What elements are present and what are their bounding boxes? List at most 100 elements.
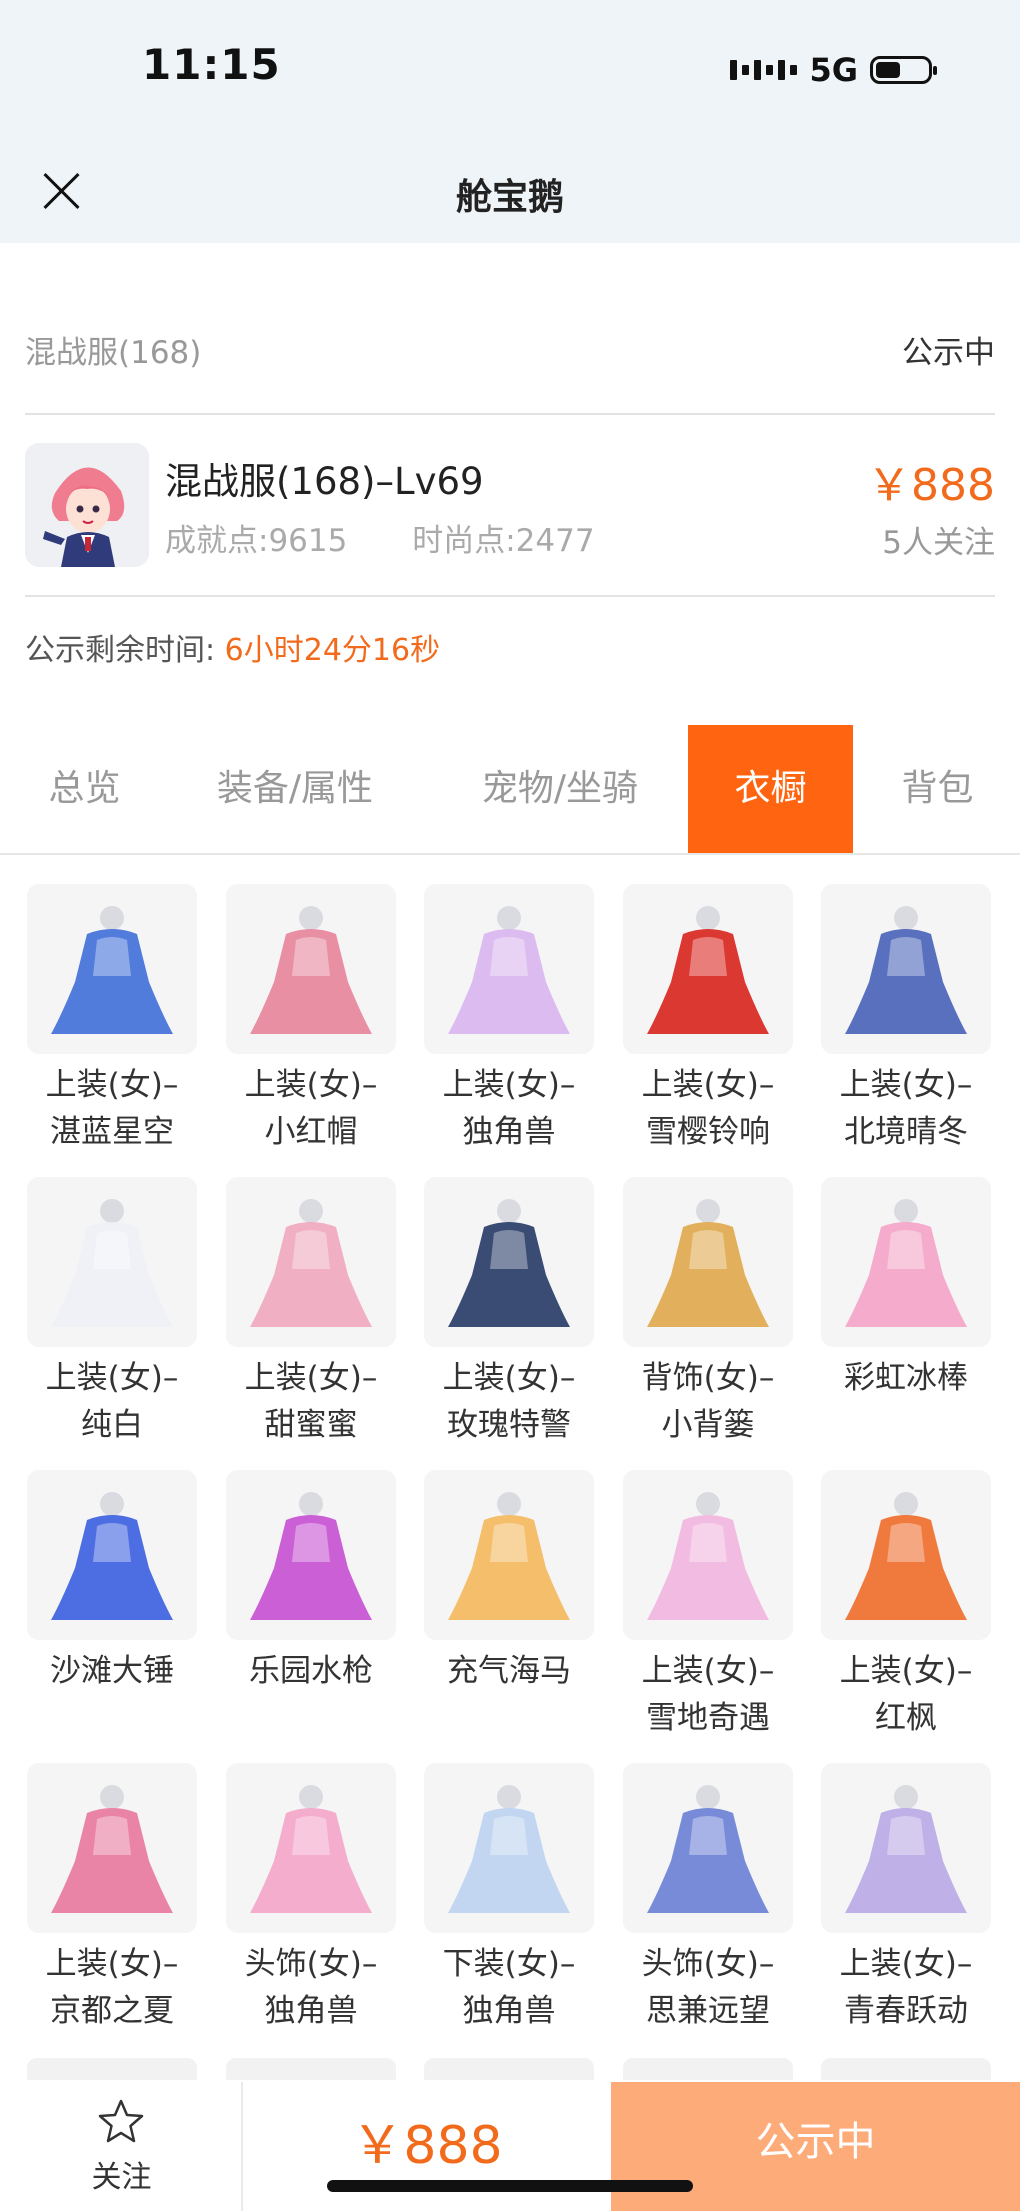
- wardrobe-item-line1: 背饰(女)–: [641, 1360, 775, 1396]
- wardrobe-item[interactable]: 背饰(女)– 小背篓: [623, 1177, 793, 1449]
- battery-icon: [870, 56, 937, 84]
- snow-sakura-bell-outfit-icon: [623, 884, 793, 1054]
- wardrobe-item-line1: 充气海马: [447, 1653, 571, 1689]
- character-name: 混战服(168)–Lv69: [165, 460, 484, 503]
- wardrobe-item-label: 上装(女)– 纯白: [27, 1355, 197, 1449]
- wardrobe-item-label: 上装(女)– 小红帽: [226, 1062, 396, 1156]
- wardrobe-item-label: 上装(女)– 湛蓝星空: [27, 1062, 197, 1156]
- wardrobe-item[interactable]: 上装(女)– 独角兽: [424, 884, 594, 1156]
- wardrobe-item-partial: [27, 2058, 197, 2080]
- status-icons: 5G: [730, 50, 937, 90]
- wardrobe-item[interactable]: 上装(女)– 雪樱铃响: [623, 884, 793, 1156]
- wardrobe-item[interactable]: 上装(女)– 青春跃动: [821, 1763, 991, 2035]
- unicorn-pants-icon: [424, 1763, 594, 1933]
- wardrobe-item[interactable]: 沙滩大锤: [27, 1470, 197, 1695]
- unicorn-winged-outfit-icon: [424, 884, 594, 1054]
- wardrobe-item[interactable]: 上装(女)– 京都之夏: [27, 1763, 197, 2035]
- wardrobe-item-line2: 小背篓: [661, 1407, 755, 1443]
- wardrobe-item-line2: 青春跃动: [844, 1993, 968, 2029]
- sweet-pink-dress-icon: [226, 1177, 396, 1347]
- wardrobe-item-line1: 上装(女)–: [442, 1360, 576, 1396]
- wardrobe-item-line2: 纯白: [81, 1407, 143, 1443]
- tab-equipment[interactable]: 装备/属性: [190, 725, 400, 853]
- follow-label: 关注: [91, 2160, 152, 2195]
- wardrobe-item-line2: 京都之夏: [50, 1993, 174, 2029]
- tab-overview[interactable]: 总览: [22, 725, 147, 853]
- youth-sport-top-icon: [821, 1763, 991, 1933]
- wardrobe-item[interactable]: 头饰(女)– 独角兽: [226, 1763, 396, 2035]
- little-red-hood-dress-icon: [226, 884, 396, 1054]
- wardrobe-item[interactable]: 上装(女)– 红枫: [821, 1470, 991, 1742]
- wardrobe-item-line2: 湛蓝星空: [50, 1114, 174, 1150]
- wardrobe-item-line2: 思兼远望: [646, 1993, 770, 2029]
- water-gun-icon: [226, 1470, 396, 1640]
- wardrobe-item-label: 下装(女)– 独角兽: [424, 1941, 594, 2035]
- wardrobe-item[interactable]: 上装(女)– 小红帽: [226, 884, 396, 1156]
- wardrobe-item-line2: 独角兽: [462, 1114, 556, 1150]
- listing-status: 公示中: [902, 334, 995, 371]
- wardrobe-item[interactable]: 头饰(女)– 思兼远望: [623, 1763, 793, 2035]
- wardrobe-item-line2: 雪樱铃响: [646, 1114, 770, 1150]
- wardrobe-item-line1: 上装(女)–: [839, 1067, 973, 1103]
- wardrobe-item-label: 上装(女)– 京都之夏: [27, 1941, 197, 2035]
- wardrobe-item-partial: [623, 2058, 793, 2080]
- wardrobe-item-label: 上装(女)– 青春跃动: [821, 1941, 991, 2035]
- wardrobe-item-label: 上装(女)– 玫瑰特警: [424, 1355, 594, 1449]
- wardrobe-item-partial: [424, 2058, 594, 2080]
- wardrobe-item[interactable]: 乐园水枪: [226, 1470, 396, 1695]
- wardrobe-item-line1: 上装(女)–: [45, 1946, 179, 1982]
- wardrobe-item-line1: 上装(女)–: [244, 1067, 378, 1103]
- wardrobe-item-line2: 独角兽: [264, 1993, 358, 2029]
- wardrobe-item-line1: 上装(女)–: [839, 1946, 973, 1982]
- follower-count: 5人关注: [882, 525, 995, 561]
- star-icon: [98, 2099, 144, 2143]
- wardrobe-item[interactable]: 上装(女)– 甜蜜蜜: [226, 1177, 396, 1449]
- wardrobe-item-line1: 沙滩大锤: [50, 1653, 174, 1689]
- signal-icon: [730, 60, 798, 80]
- wardrobe-item-line1: 彩虹冰棒: [844, 1360, 968, 1396]
- red-maple-outfit-icon: [821, 1470, 991, 1640]
- wardrobe-item-line2: 雪地奇遇: [646, 1700, 770, 1736]
- wardrobe-item-line2: 红枫: [875, 1700, 937, 1736]
- wardrobe-item-label: 上装(女)– 雪地奇遇: [623, 1648, 793, 1742]
- wardrobe-item-label: 上装(女)– 独角兽: [424, 1062, 594, 1156]
- wardrobe-item[interactable]: 上装(女)– 雪地奇遇: [623, 1470, 793, 1742]
- wardrobe-item-label: 上装(女)– 北境晴冬: [821, 1062, 991, 1156]
- wardrobe-item[interactable]: 上装(女)– 北境晴冬: [821, 884, 991, 1156]
- wardrobe-item[interactable]: 下装(女)– 独角兽: [424, 1763, 594, 2035]
- wardrobe-item[interactable]: 充气海马: [424, 1470, 594, 1695]
- wardrobe-item-line2: 甜蜜蜜: [264, 1407, 358, 1443]
- wardrobe-item[interactable]: 上装(女)– 纯白: [27, 1177, 197, 1449]
- listing-summary[interactable]: 混战服(168)–Lv69 成就点:9615 时尚点:2477 ￥888 5人关…: [25, 443, 995, 567]
- remaining-time-label: 公示剩余时间:: [25, 633, 216, 668]
- tab-bag[interactable]: 背包: [880, 725, 995, 853]
- wardrobe-item-line1: 上装(女)–: [45, 1067, 179, 1103]
- wardrobe-item[interactable]: 上装(女)– 湛蓝星空: [27, 884, 197, 1156]
- wardrobe-item[interactable]: 彩虹冰棒: [821, 1177, 991, 1402]
- divider: [25, 413, 995, 415]
- tab-pets[interactable]: 宠物/坐骑: [455, 725, 665, 853]
- server-row: 混战服(168) 公示中: [25, 318, 995, 380]
- tab-bar: 总览 装备/属性 宠物/坐骑 衣橱 背包: [0, 725, 1020, 853]
- wardrobe-item-line1: 上装(女)–: [442, 1067, 576, 1103]
- page-title: 舱宝鹅: [455, 177, 564, 218]
- unicorn-hood-icon: [226, 1763, 396, 1933]
- blue-starry-dress-icon: [27, 884, 197, 1054]
- status-time: 11:15: [142, 40, 281, 89]
- wardrobe-item-label: 乐园水枪: [226, 1648, 396, 1695]
- wardrobe-item-partial: [226, 2058, 396, 2080]
- tab-wardrobe[interactable]: 衣橱: [688, 725, 853, 853]
- wardrobe-item-label: 充气海马: [424, 1648, 594, 1695]
- beach-hammer-icon: [27, 1470, 197, 1640]
- character-stats: 成就点:9615 时尚点:2477: [165, 515, 650, 560]
- wardrobe-item-label: 头饰(女)– 独角兽: [226, 1941, 396, 2035]
- wardrobe-item[interactable]: 上装(女)– 玫瑰特警: [424, 1177, 594, 1449]
- tab-divider: [0, 853, 1020, 855]
- wardrobe-item-line1: 上装(女)–: [839, 1653, 973, 1689]
- wardrobe-item-line1: 上装(女)–: [641, 1067, 775, 1103]
- follow-button[interactable]: 关注: [0, 2082, 243, 2211]
- inflatable-seahorse-bow-icon: [424, 1470, 594, 1640]
- wardrobe-item-label: 上装(女)– 雪樱铃响: [623, 1062, 793, 1156]
- listing-price: ￥888: [867, 460, 995, 511]
- wardrobe-item-label: 背饰(女)– 小背篓: [623, 1355, 793, 1449]
